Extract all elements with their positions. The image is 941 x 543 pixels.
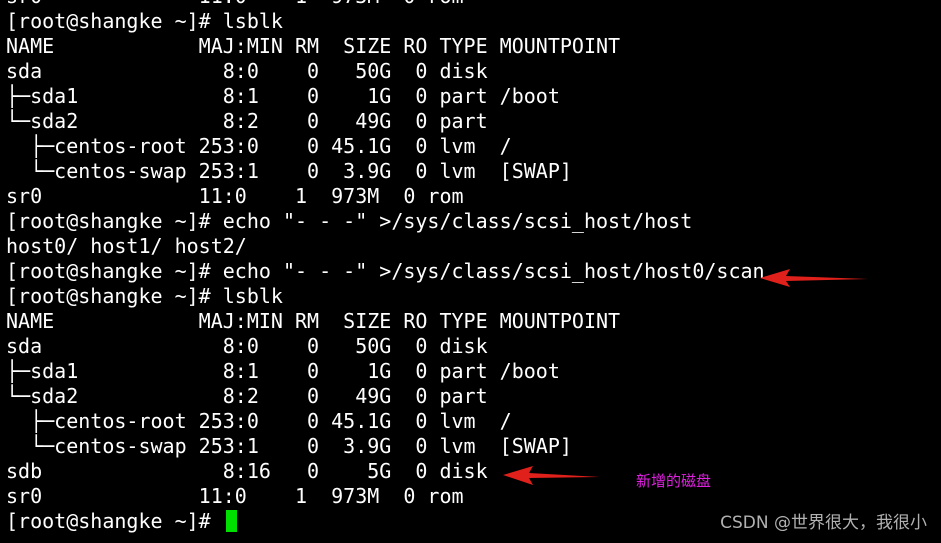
terminal-prompt-line[interactable]: [root@shangke ~]#: [6, 509, 765, 534]
terminal-line: └─centos-swap 253:1 0 3.9G 0 lvm [SWAP]: [6, 434, 572, 458]
terminal-line: ├─centos-root 253:0 0 45.1G 0 lvm /: [6, 134, 512, 158]
terminal-line: sda 8:0 0 50G 0 disk: [6, 59, 488, 83]
terminal-line: sda 8:0 0 50G 0 disk: [6, 334, 488, 358]
terminal-line: [root@shangke ~]# echo "- - -" >/sys/cla…: [6, 259, 765, 283]
terminal-line: sr0 11:0 1 973M 0 rom: [6, 0, 765, 9]
terminal-prompt: [root@shangke ~]#: [6, 509, 223, 533]
terminal-line: [root@shangke ~]# echo "- - -" >/sys/cla…: [6, 209, 693, 233]
terminal-line: └─sda2 8:2 0 49G 0 part: [6, 109, 488, 133]
terminal-line: ├─sda1 8:1 0 1G 0 part /boot: [6, 84, 560, 108]
terminal-line: ├─centos-root 253:0 0 45.1G 0 lvm /: [6, 409, 512, 433]
terminal-line: └─centos-swap 253:1 0 3.9G 0 lvm [SWAP]: [6, 159, 572, 183]
terminal-window[interactable]: sr0 11:0 1 973M 0 rom [root@shangke ~]# …: [0, 0, 941, 543]
red-arrow-left-icon: [503, 466, 600, 485]
terminal-line: NAME MAJ:MIN RM SIZE RO TYPE MOUNTPOINT: [6, 34, 621, 58]
terminal-line: ├─sda1 8:1 0 1G 0 part /boot: [6, 359, 560, 383]
terminal-line: host0/ host1/ host2/: [6, 234, 247, 258]
terminal-line: [root@shangke ~]# lsblk: [6, 9, 283, 33]
terminal-line: sr0 11:0 1 973M 0 rom: [6, 184, 464, 208]
terminal-line: [root@shangke ~]# lsblk: [6, 284, 283, 308]
csdn-watermark: CSDN @世界很大，我很小: [720, 513, 927, 533]
terminal-line: NAME MAJ:MIN RM SIZE RO TYPE MOUNTPOINT: [6, 309, 621, 333]
red-arrow-left-icon: [760, 269, 868, 287]
terminal-line: └─sda2 8:2 0 49G 0 part: [6, 384, 488, 408]
terminal-cursor[interactable]: [225, 510, 237, 532]
terminal-output: sr0 11:0 1 973M 0 rom [root@shangke ~]# …: [6, 0, 765, 534]
new-disk-annotation: 新增的磁盘: [636, 472, 712, 490]
